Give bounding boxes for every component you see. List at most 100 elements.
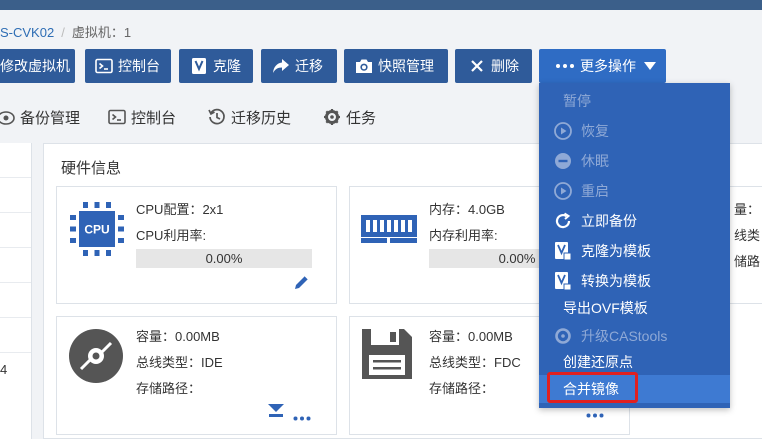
top-header-bar	[0, 0, 762, 10]
migrate-button[interactable]: 迁移	[261, 49, 337, 83]
cpu-usage-value: 0.00%	[205, 251, 243, 266]
cpu-chip-icon: CPU	[67, 199, 127, 262]
more-actions-menu: 暂停 恢复 休眠 重启 立即备份 克隆为模板 转换为模板 导出OVF模板 升级C…	[539, 83, 730, 408]
menu-item-export-ovf-label: 导出OVF模板	[563, 300, 648, 316]
camera-icon	[354, 56, 374, 76]
cpu-config: CPU配置：2x1	[136, 202, 224, 217]
floppy-bus: 总线类型：FDC	[429, 355, 521, 370]
pencil-icon[interactable]	[293, 273, 311, 294]
disk-path-partial: 储路	[734, 254, 761, 269]
modify-vm-label: 修改虚拟机	[0, 58, 70, 74]
console-icon	[107, 107, 127, 127]
tab-console[interactable]: 控制台	[107, 99, 176, 135]
history-icon	[207, 107, 227, 127]
tab-migrate-history-label: 迁移历史	[231, 109, 292, 127]
floppy-capacity: 容量：0.00MB	[429, 329, 513, 344]
menu-item-backup-now-label: 立即备份	[581, 213, 637, 229]
list-row[interactable]	[0, 248, 31, 283]
delete-button[interactable]: 删除	[455, 49, 532, 83]
ellipsis-icon[interactable]	[586, 406, 604, 421]
list-row[interactable]	[0, 213, 31, 248]
console-icon	[94, 56, 114, 76]
menu-item-pause-label: 暂停	[563, 93, 591, 109]
clone-icon	[189, 56, 209, 76]
menu-item-restart-label: 重启	[581, 183, 609, 199]
cdrom-bus: 总线类型：IDE	[136, 355, 223, 370]
floppy-disk-icon	[360, 327, 414, 384]
disk-capacity-partial: 量：	[734, 202, 761, 217]
template-convert-icon	[553, 271, 573, 291]
breadcrumb-current: 虚拟机：1	[71, 25, 132, 40]
migrate-label: 迁移	[295, 58, 323, 74]
menu-item-resume[interactable]: 恢复	[539, 117, 730, 145]
caret-down-icon	[640, 56, 660, 76]
menu-item-resume-label: 恢复	[581, 123, 609, 139]
vm-list-panel	[0, 143, 32, 439]
memory-usage-value: 0.00%	[498, 251, 536, 266]
memory-module-icon	[359, 211, 419, 250]
tab-console-label: 控制台	[131, 109, 177, 127]
play-circle-icon	[553, 121, 573, 141]
highlight-box	[547, 372, 638, 403]
modify-vm-button[interactable]: 修改虚拟机	[0, 49, 75, 83]
cdrom-card: 容量：0.00MB 总线类型：IDE 存储路径：	[56, 316, 337, 435]
cpu-icon-text: CPU	[84, 223, 109, 237]
breadcrumb-separator: /	[61, 25, 65, 40]
menu-item-convert-template-label: 转换为模板	[581, 273, 651, 289]
list-row[interactable]	[0, 318, 31, 353]
menu-item-export-ovf[interactable]: 导出OVF模板	[539, 294, 730, 322]
tab-tasks-label: 任务	[346, 109, 377, 127]
tab-migrate-history[interactable]: 迁移历史	[207, 99, 291, 135]
eject-icon[interactable]	[267, 403, 285, 422]
cpu-card: CPU CPU配置：2x1 CPU利用率: 0.00%	[56, 186, 337, 304]
list-row[interactable]	[0, 178, 31, 213]
more-actions-button[interactable]: 更多操作	[539, 49, 666, 83]
list-row[interactable]	[0, 283, 31, 318]
list-row[interactable]	[0, 143, 31, 178]
template-icon	[553, 241, 573, 261]
vm-toolbar: 修改虚拟机 控制台 克隆 迁移 快照管理 删除 更多操作	[0, 49, 762, 83]
upgrade-icon	[553, 326, 573, 346]
menu-item-restart[interactable]: 重启	[539, 177, 730, 205]
gear-icon	[322, 107, 342, 127]
minus-circle-icon	[553, 151, 573, 171]
clone-button[interactable]: 克隆	[179, 49, 253, 83]
menu-item-upgrade-castools-label: 升级CAStools	[581, 328, 668, 344]
share-arrow-icon	[271, 56, 291, 76]
snapshot-label: 快照管理	[378, 58, 434, 74]
hardware-title: 硬件信息	[61, 160, 122, 177]
menu-item-convert-template[interactable]: 转换为模板	[539, 267, 730, 295]
tab-backup[interactable]: 备份管理	[0, 99, 80, 135]
backup-icon	[0, 107, 16, 127]
menu-item-pause[interactable]: 暂停	[539, 87, 730, 115]
disk-bus-partial: 线类	[734, 228, 761, 243]
snapshot-button[interactable]: 快照管理	[344, 49, 448, 83]
menu-item-clone-template-label: 克隆为模板	[581, 243, 651, 259]
tab-backup-label: 备份管理	[20, 109, 81, 127]
menu-item-clone-template[interactable]: 克隆为模板	[539, 237, 730, 265]
restart-icon	[553, 181, 573, 201]
more-actions-label: 更多操作	[580, 58, 636, 74]
console-button[interactable]: 控制台	[85, 49, 171, 83]
menu-item-create-restore-point-label: 创建还原点	[563, 354, 633, 370]
ellipsis-icon	[554, 56, 576, 76]
cdrom-path: 存储路径：	[136, 381, 202, 396]
ellipsis-icon[interactable]	[293, 409, 311, 424]
memory-size: 内存：4.0GB	[429, 202, 505, 217]
floppy-path: 存储路径：	[429, 381, 495, 396]
tab-tasks[interactable]: 任务	[322, 99, 376, 135]
clone-label: 克隆	[213, 58, 241, 74]
menu-item-upgrade-castools[interactable]: 升级CAStools	[539, 322, 730, 350]
console-label: 控制台	[118, 58, 160, 74]
close-icon	[467, 56, 487, 76]
menu-item-backup-now[interactable]: 立即备份	[539, 207, 730, 235]
menu-item-hibernate-label: 休眠	[581, 153, 609, 169]
list-row-value: 4	[0, 362, 8, 377]
breadcrumb: S-CVK02 / 虚拟机：1	[0, 22, 131, 40]
delete-label: 删除	[491, 58, 519, 74]
breadcrumb-host-link[interactable]: S-CVK02	[0, 25, 54, 40]
cpu-usage-label: CPU利用率:	[136, 228, 207, 243]
memory-usage-label: 内存利用率:	[429, 228, 498, 243]
menu-item-hibernate[interactable]: 休眠	[539, 147, 730, 175]
refresh-icon	[553, 211, 573, 231]
